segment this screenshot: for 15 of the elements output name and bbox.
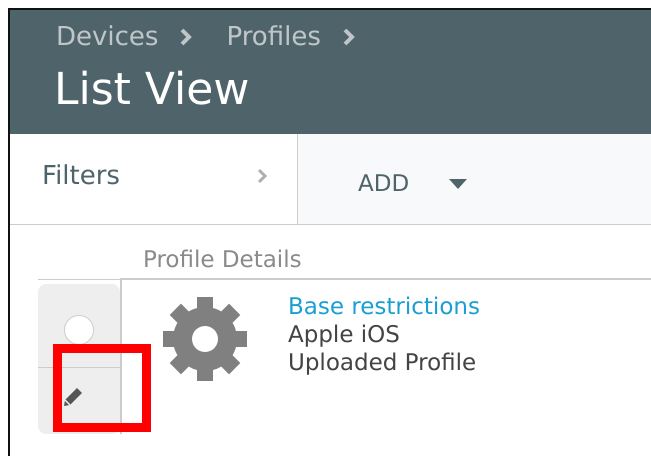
add-dropdown-button[interactable]: ADD (358, 167, 468, 201)
row-select-radio[interactable] (64, 314, 94, 344)
profile-name-link[interactable]: Base restrictions (288, 294, 480, 320)
chevron-right-icon (180, 28, 192, 46)
profile-platform: Apple iOS (288, 322, 401, 348)
page-title: List View (54, 64, 250, 115)
edit-icon[interactable] (62, 386, 84, 408)
profile-type: Uploaded Profile (288, 350, 478, 376)
breadcrumb-link[interactable]: Devices (56, 22, 158, 52)
chevron-right-icon (257, 168, 267, 184)
caret-down-icon (449, 179, 468, 189)
column-header: Profile Details (142, 246, 303, 275)
breadcrumb-link[interactable]: Profiles (226, 22, 321, 52)
gear-icon (162, 296, 248, 382)
chevron-right-icon (342, 28, 355, 46)
